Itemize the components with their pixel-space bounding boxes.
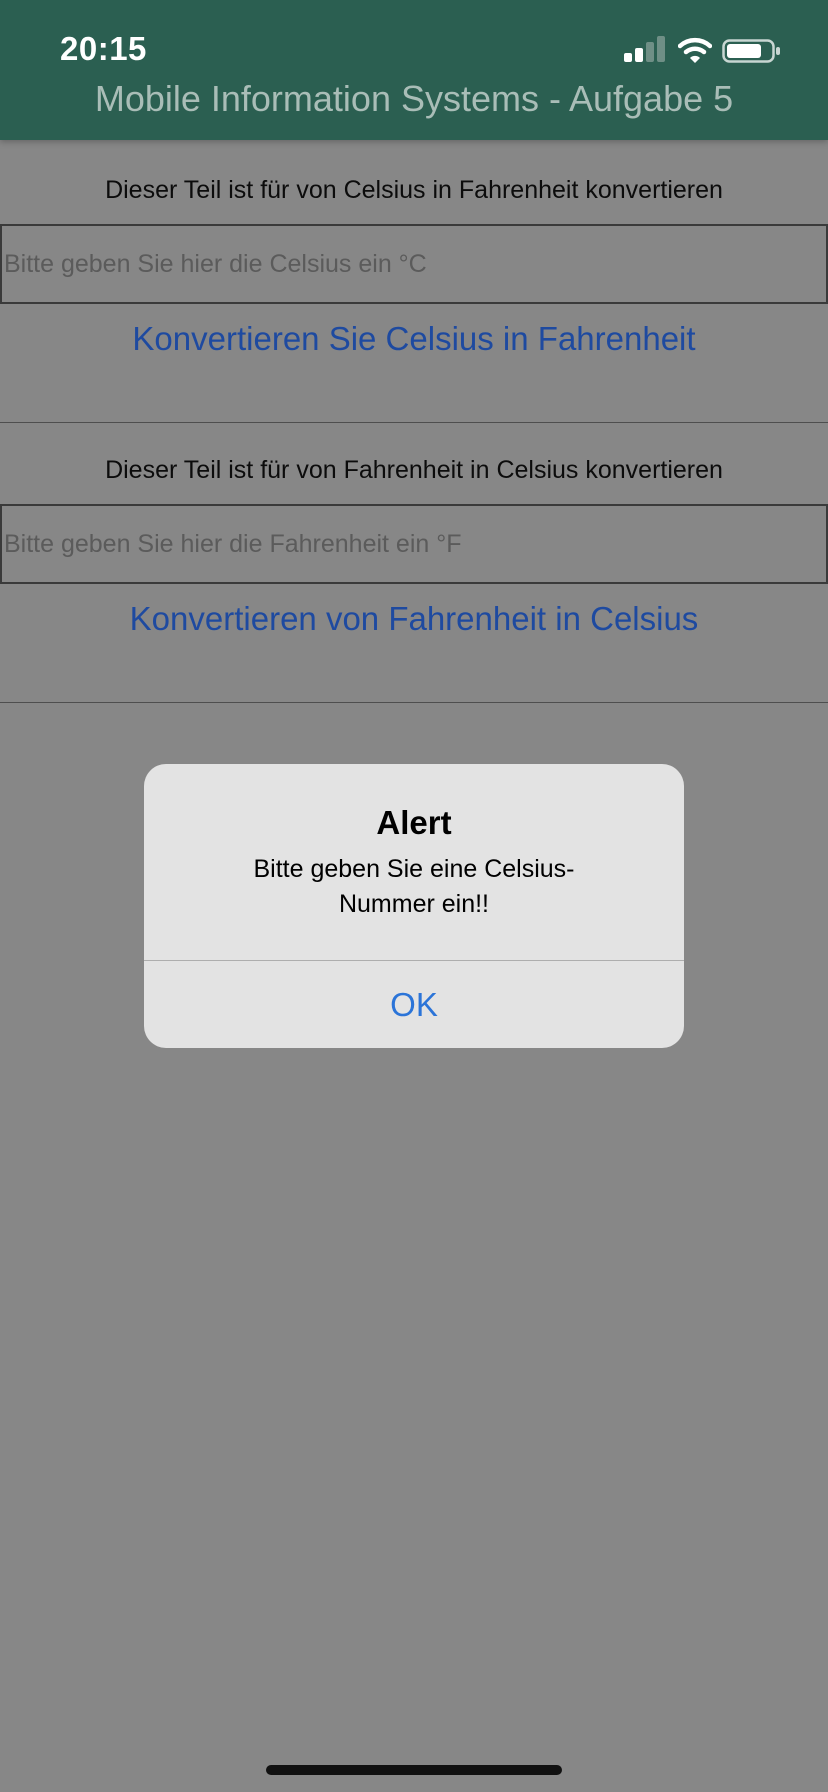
status-time: 20:15 [60, 30, 147, 67]
section-divider [0, 702, 828, 703]
celsius-input[interactable] [0, 224, 828, 304]
fahrenheit-section-caption: Dieser Teil ist für von Fahrenheit in Ce… [105, 456, 723, 484]
home-indicator[interactable] [266, 1765, 562, 1775]
fahrenheit-input[interactable] [0, 504, 828, 584]
status-icons [624, 36, 794, 66]
alert-title: Alert [376, 804, 452, 841]
convert-fahrenheit-to-celsius-button[interactable]: Konvertieren von Fahrenheit in Celsius [0, 600, 828, 638]
section-divider [0, 422, 828, 423]
celsius-section-caption: Dieser Teil ist für von Celsius in Fahre… [105, 176, 723, 204]
cellular-signal-icon [624, 36, 668, 64]
app-title: Mobile Information Systems - Aufgabe 5 [94, 78, 734, 119]
app-header: 20:15 Mobile Information Systems - Aufga… [0, 0, 828, 140]
convert-celsius-to-fahrenheit-button[interactable]: Konvertieren Sie Celsius in Fahrenheit [0, 320, 828, 358]
alert-dialog: Alert Bitte geben Sie eine Celsius-Numme… [144, 764, 684, 1048]
wifi-icon [678, 37, 712, 63]
alert-ok-button[interactable]: OK [144, 961, 684, 1048]
battery-icon [722, 39, 780, 63]
alert-message: Bitte geben Sie eine Celsius-Nummer ein!… [253, 855, 575, 918]
